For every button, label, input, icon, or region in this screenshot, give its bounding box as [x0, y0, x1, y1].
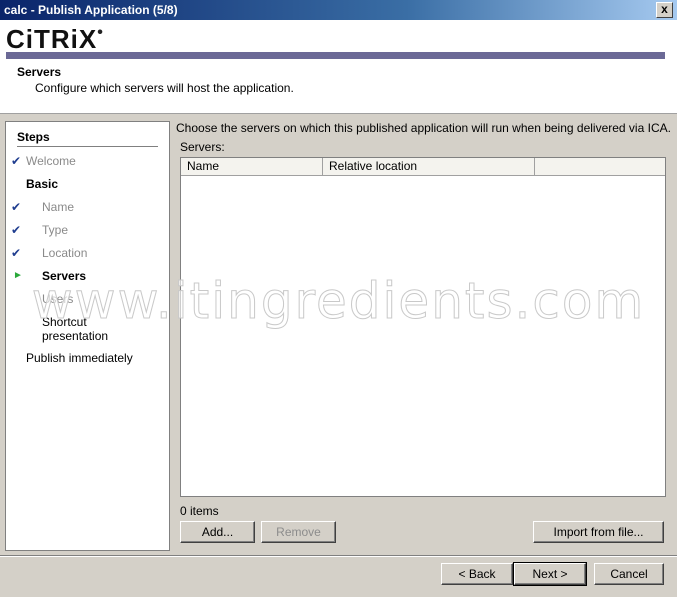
- import-from-file-button[interactable]: Import from file...: [533, 521, 664, 543]
- close-button[interactable]: x: [656, 2, 673, 18]
- cancel-button[interactable]: Cancel: [594, 563, 664, 585]
- remove-button[interactable]: Remove: [261, 521, 336, 543]
- watermark: www.itingredients.com: [31, 272, 646, 331]
- step-publish-immediately[interactable]: Publish immediately: [26, 351, 133, 365]
- step-type[interactable]: ✔ Type: [11, 223, 68, 237]
- logo-dot-icon: •: [97, 24, 104, 41]
- servers-description: Choose the servers on which this publish…: [176, 121, 671, 135]
- title-bar: calc - Publish Application (5/8) x: [0, 0, 677, 20]
- close-icon: x: [661, 2, 668, 16]
- wizard-header: CiTRiX• Servers Configure which servers …: [0, 20, 677, 114]
- steps-divider: [17, 146, 158, 147]
- step-location[interactable]: ✔ Location: [11, 246, 87, 260]
- steps-title: Steps: [17, 130, 50, 144]
- items-count: 0 items: [180, 504, 219, 518]
- page-subtitle: Configure which servers will host the ap…: [35, 81, 294, 95]
- servers-label: Servers:: [180, 140, 225, 154]
- check-icon: ✔: [11, 246, 22, 260]
- page-title: Servers: [17, 65, 62, 79]
- accent-bar: [6, 52, 665, 59]
- list-header: Name Relative location: [181, 158, 665, 176]
- back-button[interactable]: < Back: [441, 563, 513, 585]
- check-icon: ✔: [11, 154, 22, 168]
- step-welcome[interactable]: ✔ Welcome: [11, 154, 76, 168]
- column-name[interactable]: Name: [181, 158, 323, 175]
- window-title: calc - Publish Application (5/8): [4, 3, 178, 17]
- check-icon: ✔: [11, 223, 22, 237]
- steps-panel: Steps ✔ Welcome Basic ✔ Name ✔ Type ✔ Lo…: [5, 121, 170, 551]
- citrix-logo: CiTRiX•: [6, 24, 104, 54]
- add-button[interactable]: Add...: [180, 521, 255, 543]
- step-name[interactable]: ✔ Name: [11, 200, 74, 214]
- column-relative-location[interactable]: Relative location: [323, 158, 535, 175]
- step-basic: Basic: [26, 177, 59, 191]
- next-button[interactable]: Next >: [513, 562, 587, 586]
- check-icon: ✔: [11, 200, 22, 214]
- footer-divider: [0, 555, 677, 557]
